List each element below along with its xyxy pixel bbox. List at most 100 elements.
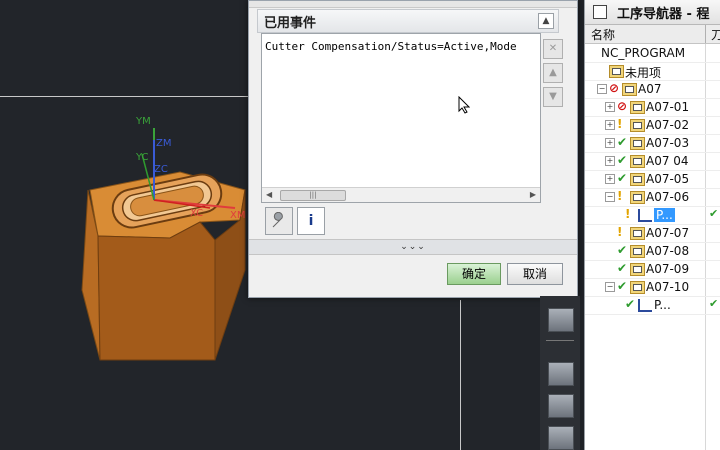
status-complete-icon: ✔: [617, 279, 628, 293]
section-collapse-icon[interactable]: ▲: [538, 13, 554, 29]
program-group-row[interactable]: −! A07-06: [585, 188, 720, 207]
status-regenerate-icon: !: [617, 225, 623, 239]
status-complete-icon: ✔: [617, 153, 628, 167]
expand-icon[interactable]: +: [605, 120, 615, 130]
tree-item-label: A07: [638, 82, 662, 96]
program-group-row[interactable]: + ✔ A07-05: [585, 170, 720, 189]
program-group-row[interactable]: +! A07-02: [585, 116, 720, 135]
strip-divider: [546, 340, 574, 341]
program-group-row[interactable]: + ✔ A07 04: [585, 152, 720, 171]
program-group-row[interactable]: 未用项: [585, 62, 720, 81]
tool-status-icon: ✔: [709, 297, 719, 310]
navigator-title-bar: 工序导航器 - 程: [585, 0, 720, 25]
used-events-section-header[interactable]: 已用事件 ▲: [257, 9, 559, 33]
status-blocked-icon: ⊘: [609, 81, 620, 95]
column-divider[interactable]: [705, 25, 706, 43]
tree-item-label: A07-07: [646, 226, 690, 240]
status-complete-icon: ✔: [617, 243, 628, 257]
scroll-thumb[interactable]: |||: [280, 190, 346, 201]
remove-event-button[interactable]: ✕: [543, 39, 563, 59]
info-button[interactable]: i: [297, 207, 325, 235]
program-group-row[interactable]: ! A07-07: [585, 224, 720, 243]
events-list[interactable]: Cutter Compensation/Status=Active,Mode ◀…: [261, 33, 541, 203]
program-folder-icon: [630, 191, 645, 204]
program-group-row[interactable]: + ✔ A07-03: [585, 134, 720, 153]
program-group-row[interactable]: NC_PROGRAM: [585, 44, 720, 63]
program-group-row[interactable]: − ✔ A07-10: [585, 278, 720, 297]
process-icon[interactable]: [548, 394, 574, 418]
program-folder-icon: [630, 119, 645, 132]
program-folder-icon: [630, 173, 645, 186]
scroll-left-icon[interactable]: ◀: [266, 190, 272, 199]
collapse-icon[interactable]: −: [605, 282, 615, 292]
history-icon[interactable]: [548, 362, 574, 386]
part-icon[interactable]: [548, 426, 574, 450]
status-complete-icon: ✔: [617, 171, 628, 185]
collapse-icon[interactable]: −: [597, 84, 607, 94]
tree-item-label: A07-08: [646, 244, 690, 258]
move-down-button[interactable]: ▼: [543, 87, 563, 107]
view-crosshair-vertical: [460, 300, 461, 450]
tree-item-label: A07-02: [646, 118, 690, 132]
operation-row[interactable]: ! P... ✔: [585, 206, 720, 225]
navigator-title: 工序导航器 - 程: [617, 7, 710, 22]
arrow-up-icon: ▲: [549, 67, 557, 78]
ok-button[interactable]: 确定: [447, 263, 501, 285]
column-name-header[interactable]: 名称: [591, 26, 615, 43]
cancel-button[interactable]: 取消: [507, 263, 563, 285]
scroll-right-icon[interactable]: ▶: [530, 190, 536, 199]
program-folder-icon: [630, 155, 645, 168]
program-folder-icon: [630, 245, 645, 258]
navigator-column-header[interactable]: 名称 刀: [585, 25, 720, 44]
program-folder-icon: [609, 65, 624, 78]
collapse-icon[interactable]: −: [605, 192, 615, 202]
wrench-icon: [272, 211, 283, 228]
info-icon: i: [308, 213, 314, 229]
program-folder-icon: [622, 83, 637, 96]
program-folder-icon: [630, 137, 645, 150]
event-item[interactable]: Cutter Compensation/Status=Active,Mode: [265, 40, 537, 53]
program-group-row[interactable]: + ⊘ A07-01: [585, 98, 720, 117]
program-group-row[interactable]: − ⊘ A07: [585, 80, 720, 99]
column-tool-header[interactable]: 刀: [711, 26, 720, 43]
view-crosshair-horizontal: [0, 96, 250, 97]
axis-label-yc: YC: [135, 152, 149, 163]
tree-item-label: A07 04: [646, 154, 689, 168]
expand-icon[interactable]: +: [605, 156, 615, 166]
tool-status-icon: ✔: [709, 207, 719, 220]
tree-item-label: A07-06: [646, 190, 690, 204]
close-icon: ✕: [548, 43, 558, 54]
axis-label-xm: XM: [230, 210, 245, 221]
dialog-top-strip: [249, 1, 577, 8]
expand-icon[interactable]: +: [605, 174, 615, 184]
edit-event-button[interactable]: [265, 207, 293, 235]
axis-label-xc: XC: [190, 208, 203, 219]
move-up-button[interactable]: ▲: [543, 63, 563, 83]
status-regenerate-icon: !: [625, 207, 631, 221]
operation-navigator: 工序导航器 - 程 名称 刀 NC_PROGRAM 未用项 − ⊘ A07 + ⊘ A07-0…: [584, 0, 720, 450]
program-folder-icon: [630, 263, 645, 276]
expand-icon[interactable]: +: [605, 138, 615, 148]
status-complete-icon: ✔: [625, 297, 636, 311]
tree-item-label: 未用项: [625, 66, 662, 80]
machine-tool-icon[interactable]: [548, 308, 574, 332]
events-horizontal-scrollbar[interactable]: ◀ ||| ▶: [262, 187, 540, 202]
program-group-row[interactable]: ✔ A07-09: [585, 260, 720, 279]
tree-item-label: A07-03: [646, 136, 690, 150]
status-complete-icon: ✔: [617, 135, 628, 149]
resource-bar: [540, 296, 580, 450]
tree-item-label: P...: [654, 208, 675, 222]
status-regenerate-icon: !: [617, 117, 623, 131]
axis-label-zc: ZC: [154, 164, 168, 175]
dialog-expander[interactable]: ⌄⌄⌄: [249, 239, 577, 255]
status-regenerate-icon: !: [617, 189, 623, 203]
expand-icon[interactable]: +: [605, 102, 615, 112]
operation-row[interactable]: ✔ P... ✔: [585, 296, 720, 315]
tree-item-label: A07-10: [646, 280, 690, 294]
operation-icon: [638, 299, 652, 312]
program-folder-icon: [630, 101, 645, 114]
program-group-row[interactable]: ✔ A07-08: [585, 242, 720, 261]
machined-part-model[interactable]: YM ZM YC ZC XC XM: [70, 110, 270, 370]
program-folder-icon: [630, 227, 645, 240]
tree-item-label: A07-01: [646, 100, 690, 114]
